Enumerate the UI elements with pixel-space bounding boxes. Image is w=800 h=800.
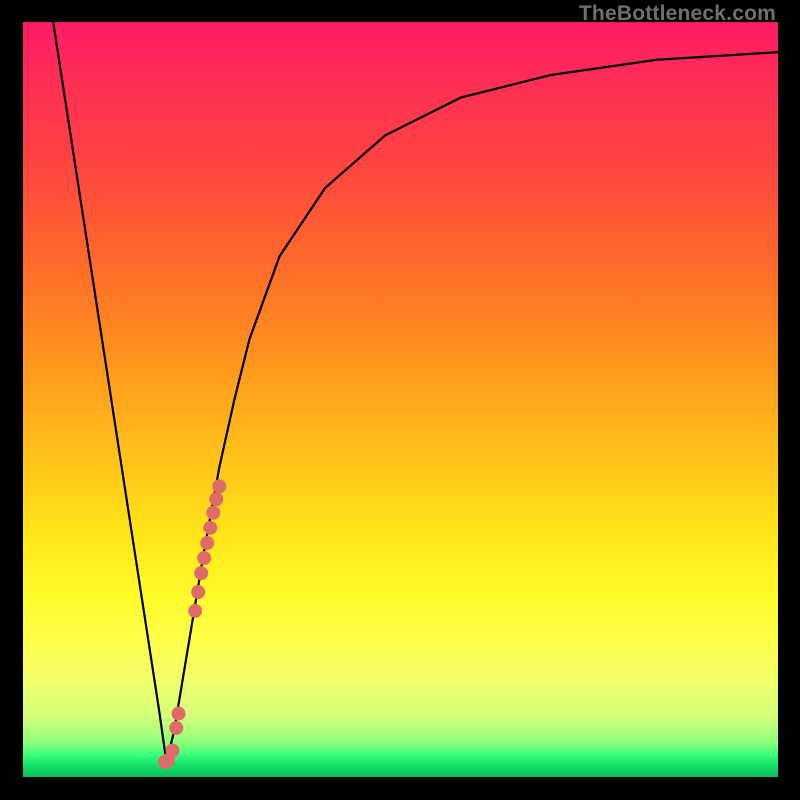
curve-layer xyxy=(23,22,778,777)
bottleneck-curve xyxy=(53,22,778,762)
plot-area xyxy=(23,22,778,777)
chart-frame: TheBottleneck.com xyxy=(0,0,800,800)
watermark-text: TheBottleneck.com xyxy=(579,2,776,26)
